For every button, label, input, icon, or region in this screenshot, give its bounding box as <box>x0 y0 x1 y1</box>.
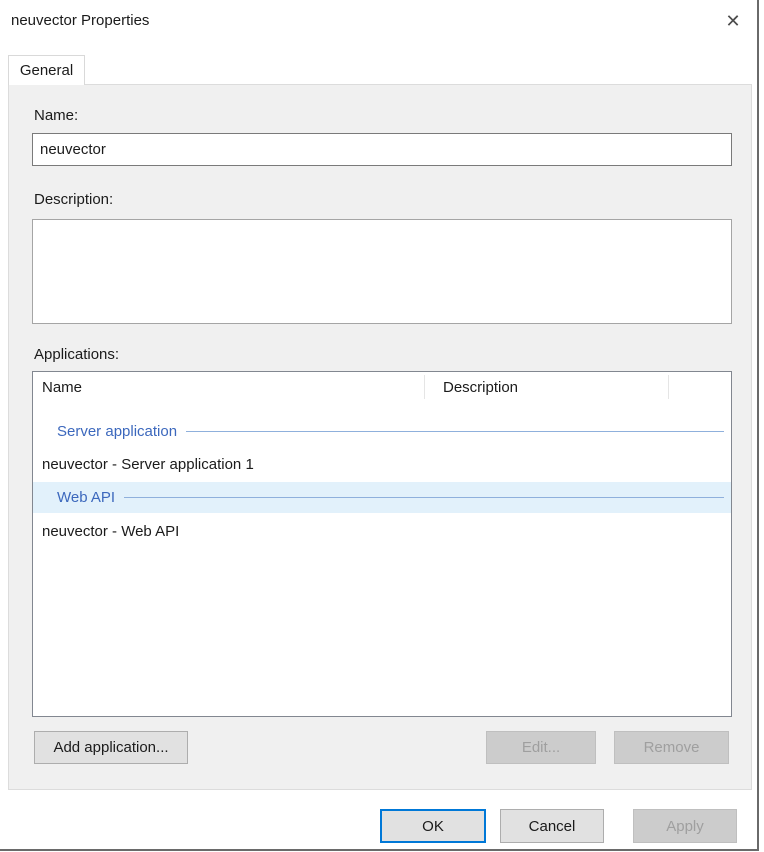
applications-label: Applications: <box>34 346 119 363</box>
column-header-description[interactable]: Description <box>443 372 518 402</box>
titlebar: neuvector Properties ✕ <box>0 0 757 55</box>
cancel-button[interactable]: Cancel <box>500 809 604 843</box>
properties-dialog: neuvector Properties ✕ General Name: Des… <box>0 0 764 852</box>
applications-list: Name Description Server application neuv… <box>32 371 732 717</box>
column-header-name[interactable]: Name <box>42 372 82 402</box>
group-label: Server application <box>57 423 177 440</box>
name-input[interactable] <box>32 133 732 166</box>
list-item-web-api[interactable]: neuvector - Web API <box>33 516 731 547</box>
column-divider <box>424 375 425 399</box>
list-item-label: neuvector - Server application 1 <box>42 456 254 473</box>
edit-button: Edit... <box>486 731 596 764</box>
list-header: Name Description <box>33 372 731 402</box>
group-header-web-api[interactable]: Web API <box>33 482 731 513</box>
close-icon[interactable]: ✕ <box>716 6 750 36</box>
description-label: Description: <box>34 191 113 208</box>
list-item-label: neuvector - Web API <box>42 523 179 540</box>
add-application-button[interactable]: Add application... <box>34 731 188 764</box>
name-label: Name: <box>34 107 78 124</box>
ok-button[interactable]: OK <box>380 809 486 843</box>
window-frame <box>0 849 759 851</box>
apply-button: Apply <box>633 809 737 843</box>
group-header-server-application[interactable]: Server application <box>33 416 731 447</box>
tab-general-label: General <box>20 62 73 79</box>
window-frame <box>757 0 759 851</box>
group-rule <box>124 497 724 498</box>
group-rule <box>186 431 724 432</box>
window-title: neuvector Properties <box>11 12 149 29</box>
tab-general[interactable]: General <box>8 55 85 85</box>
remove-button: Remove <box>614 731 729 764</box>
column-divider <box>668 375 669 399</box>
list-item-server-application-1[interactable]: neuvector - Server application 1 <box>33 449 731 480</box>
group-label: Web API <box>57 489 115 506</box>
general-tab-panel: Name: Description: Applications: Name De… <box>8 84 752 790</box>
description-textarea[interactable] <box>32 219 732 324</box>
